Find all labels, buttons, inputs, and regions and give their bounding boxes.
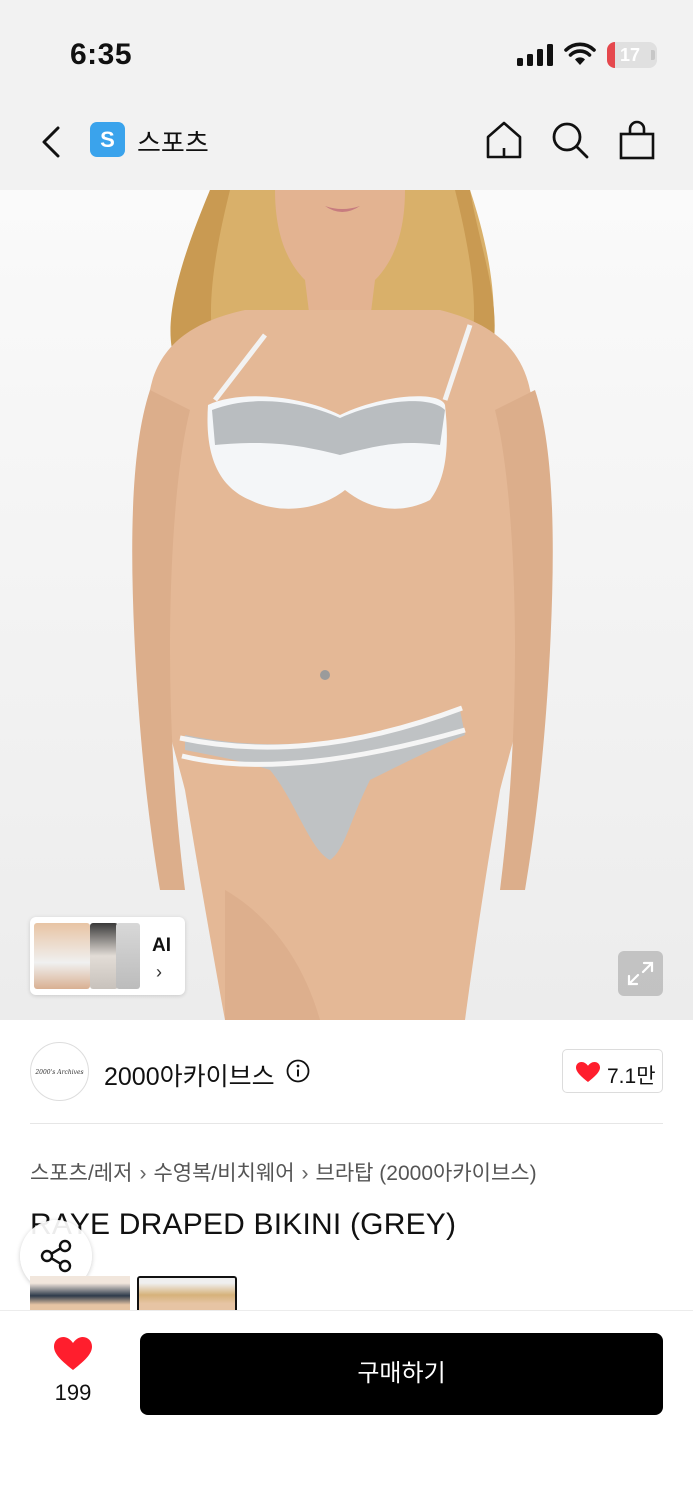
breadcrumb: 스포츠/레저 › 수영복/비치웨어 › 브라탑 (2000아카이브스)	[30, 1157, 537, 1187]
status-time: 6:35	[70, 38, 133, 71]
thumbnail-image	[90, 923, 118, 989]
battery-indicator: 17	[607, 42, 657, 68]
expand-button[interactable]	[618, 951, 663, 996]
variant-image	[30, 1276, 130, 1312]
battery-cap	[651, 50, 655, 60]
store-badge[interactable]: S	[90, 122, 125, 157]
info-icon[interactable]	[286, 1059, 310, 1083]
breadcrumb-item[interactable]: 브라탑 (2000아카이브스)	[316, 1157, 537, 1187]
breadcrumb-item[interactable]: 수영복/비치웨어	[153, 1157, 294, 1187]
breadcrumb-separator: ›	[139, 1162, 147, 1185]
heart-icon[interactable]	[53, 1336, 93, 1372]
product-title: RAYE DRAPED BIKINI (GREY)	[30, 1208, 457, 1241]
heart-icon	[576, 1062, 600, 1082]
product-main-image[interactable]	[0, 190, 693, 1020]
chevron-right-icon[interactable]: ›	[156, 962, 162, 983]
brand-name[interactable]: 2000아카이브스	[104, 1057, 275, 1093]
home-icon[interactable]	[484, 120, 524, 160]
variant-image	[139, 1278, 235, 1312]
breadcrumb-item[interactable]: 스포츠/레저	[30, 1157, 132, 1187]
brand-like-count: 7.1만	[607, 1065, 656, 1088]
status-bar: 6:35 17	[0, 0, 693, 100]
thumbnail-image	[116, 923, 140, 989]
wifi-icon	[564, 42, 596, 65]
brand-logo[interactable]: 2000's Archives	[30, 1042, 89, 1101]
shopping-bag-icon[interactable]	[617, 120, 657, 160]
battery-level: 17	[619, 45, 641, 65]
brand-like-button[interactable]: 7.1만	[562, 1049, 663, 1093]
share-icon	[40, 1239, 72, 1273]
expand-icon	[627, 961, 654, 986]
variant-thumbnail[interactable]	[30, 1276, 130, 1312]
chevron-left-icon[interactable]	[36, 120, 70, 164]
breadcrumb-separator: ›	[301, 1162, 309, 1185]
store-title[interactable]: 스포츠	[137, 123, 209, 160]
wish-count: 199	[54, 1380, 92, 1405]
variant-thumbnail-selected[interactable]	[137, 1276, 237, 1312]
ai-label[interactable]: AI	[152, 935, 171, 957]
cellular-signal-icon	[517, 44, 553, 66]
product-photo	[132, 190, 553, 1020]
buy-button[interactable]: 구매하기	[140, 1333, 663, 1415]
divider	[30, 1123, 663, 1124]
search-icon[interactable]	[550, 120, 590, 160]
thumbnail-image	[34, 923, 90, 989]
